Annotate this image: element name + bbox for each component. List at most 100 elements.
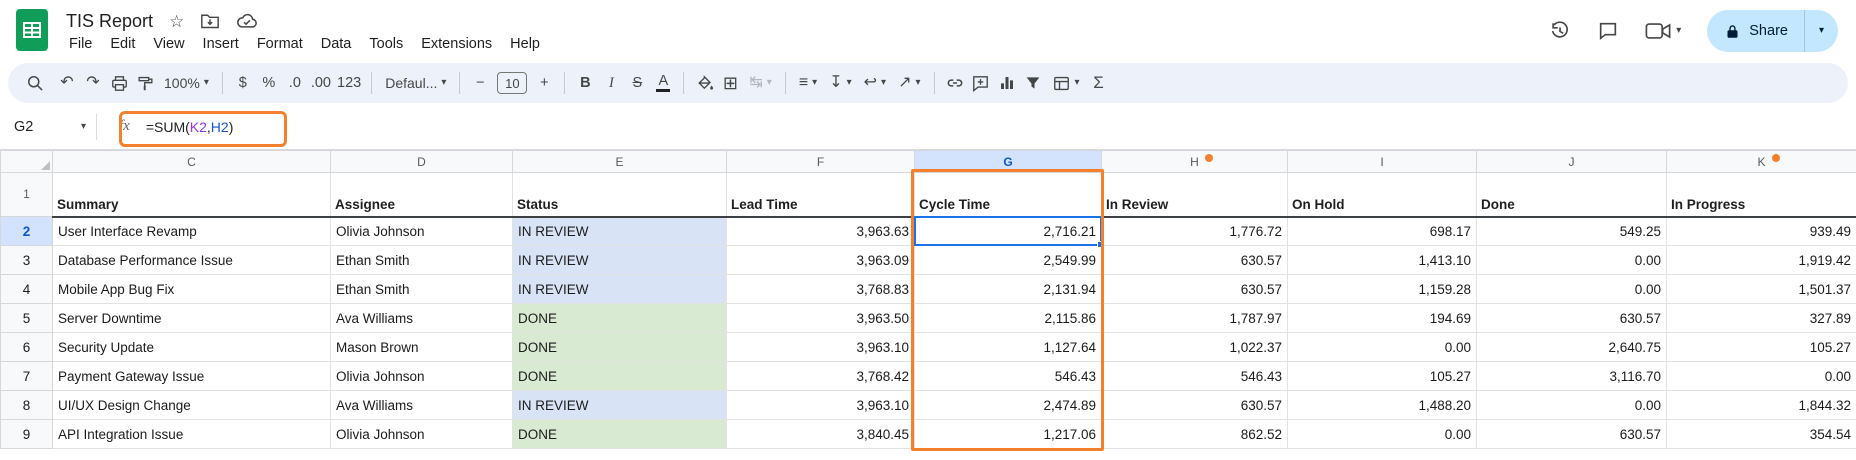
cell[interactable]: 1,159.28 xyxy=(1288,275,1477,304)
column-header-k[interactable]: K xyxy=(1667,151,1856,173)
column-header-g[interactable]: G xyxy=(915,151,1102,173)
formula-input[interactable]: =SUM(K2,H2) xyxy=(146,119,234,135)
table-views-button[interactable]: ▾ xyxy=(1046,74,1086,93)
zoom-control[interactable]: 100% ▾ xyxy=(158,75,215,91)
cell[interactable]: 0.00 xyxy=(1288,420,1477,449)
menu-data[interactable]: Data xyxy=(312,33,361,55)
cell[interactable]: UI/UX Design Change xyxy=(53,391,331,420)
cell[interactable]: 630.57 xyxy=(1102,246,1288,275)
cell[interactable]: 2,115.86 xyxy=(915,304,1102,333)
cell[interactable]: 1,787.97 xyxy=(1102,304,1288,333)
print-button[interactable] xyxy=(106,70,132,96)
header-cell-on-hold[interactable]: On Hold xyxy=(1288,173,1477,217)
column-header-c[interactable]: C xyxy=(53,151,331,173)
menu-extensions[interactable]: Extensions xyxy=(412,33,501,55)
search-icon[interactable] xyxy=(22,70,48,96)
row-header[interactable]: 9 xyxy=(1,420,53,449)
cell[interactable]: 327.89 xyxy=(1667,304,1856,333)
insert-chart-button[interactable] xyxy=(994,70,1020,96)
format-percent-button[interactable]: % xyxy=(256,70,282,96)
decrease-font-size-button[interactable]: − xyxy=(467,70,493,96)
header-cell-assignee[interactable]: Assignee xyxy=(331,173,513,217)
column-header-f[interactable]: F xyxy=(727,151,915,173)
cell[interactable]: 630.57 xyxy=(1477,420,1667,449)
cell[interactable]: Server Downtime xyxy=(53,304,331,333)
cell[interactable]: Database Performance Issue xyxy=(53,246,331,275)
cell[interactable]: Mobile App Bug Fix xyxy=(53,275,331,304)
cell[interactable]: 0.00 xyxy=(1288,333,1477,362)
insert-link-button[interactable] xyxy=(942,70,968,96)
cell[interactable]: 698.17 xyxy=(1288,217,1477,246)
move-to-folder-icon[interactable] xyxy=(200,12,220,30)
cell[interactable]: Ava Williams xyxy=(331,391,513,420)
italic-button[interactable]: I xyxy=(598,70,624,96)
status-cell[interactable]: DONE xyxy=(513,333,727,362)
cell[interactable]: 3,840.45 xyxy=(727,420,915,449)
status-cell[interactable]: DONE xyxy=(513,304,727,333)
cell[interactable]: API Integration Issue xyxy=(53,420,331,449)
cell[interactable]: Olivia Johnson xyxy=(331,362,513,391)
cell[interactable]: 1,217.06 xyxy=(915,420,1102,449)
cell[interactable]: 354.54 xyxy=(1667,420,1856,449)
menu-view[interactable]: View xyxy=(144,33,193,55)
version-history-icon[interactable] xyxy=(1549,20,1571,42)
cell[interactable]: 3,963.09 xyxy=(727,246,915,275)
sheets-logo[interactable] xyxy=(16,9,48,51)
cell[interactable]: 3,963.63 xyxy=(727,217,915,246)
name-box[interactable]: G2 ▾ xyxy=(0,119,96,135)
menu-help[interactable]: Help xyxy=(501,33,549,55)
select-all-corner[interactable] xyxy=(1,151,53,173)
paint-format-button[interactable] xyxy=(132,70,158,96)
cell[interactable]: 0.00 xyxy=(1477,246,1667,275)
cell[interactable]: 939.49 xyxy=(1667,217,1856,246)
cell[interactable]: Mason Brown xyxy=(331,333,513,362)
comment-history-icon[interactable] xyxy=(1597,20,1619,42)
column-header-j[interactable]: J xyxy=(1477,151,1667,173)
cell[interactable]: Olivia Johnson xyxy=(331,420,513,449)
cloud-status-icon[interactable] xyxy=(236,12,258,30)
cell[interactable]: Payment Gateway Issue xyxy=(53,362,331,391)
redo-button[interactable]: ↷ xyxy=(80,70,106,96)
selected-cell[interactable]: 2,716.21 xyxy=(915,217,1102,246)
column-header-h[interactable]: H xyxy=(1102,151,1288,173)
cell[interactable]: 2,640.75 xyxy=(1477,333,1667,362)
cell[interactable]: Security Update xyxy=(53,333,331,362)
text-wrap-button[interactable]: ↩ ▾ xyxy=(858,75,892,91)
menu-insert[interactable]: Insert xyxy=(194,33,248,55)
cell[interactable]: 549.25 xyxy=(1477,217,1667,246)
strikethrough-button[interactable]: S xyxy=(624,70,650,96)
column-header-i[interactable]: I xyxy=(1288,151,1477,173)
star-icon[interactable]: ☆ xyxy=(169,13,184,30)
cell[interactable]: 546.43 xyxy=(1102,362,1288,391)
insert-comment-button[interactable] xyxy=(968,70,994,96)
cell[interactable]: 105.27 xyxy=(1667,333,1856,362)
menu-tools[interactable]: Tools xyxy=(360,33,412,55)
cell[interactable]: 630.57 xyxy=(1102,391,1288,420)
cell[interactable]: 546.43 xyxy=(915,362,1102,391)
cell[interactable]: 194.69 xyxy=(1288,304,1477,333)
cell[interactable]: 0.00 xyxy=(1477,275,1667,304)
row-header[interactable]: 3 xyxy=(1,246,53,275)
header-cell-cycle-time[interactable]: Cycle Time xyxy=(915,173,1102,217)
cell[interactable]: 105.27 xyxy=(1288,362,1477,391)
row-header[interactable]: 8 xyxy=(1,391,53,420)
share-button[interactable]: Share xyxy=(1707,10,1804,52)
cell[interactable]: Ethan Smith xyxy=(331,246,513,275)
cell[interactable]: User Interface Revamp xyxy=(53,217,331,246)
cell[interactable]: 2,474.89 xyxy=(915,391,1102,420)
row-header[interactable]: 6 xyxy=(1,333,53,362)
cell[interactable]: 862.52 xyxy=(1102,420,1288,449)
text-color-button[interactable]: A xyxy=(650,70,676,96)
create-filter-button[interactable] xyxy=(1020,70,1046,96)
header-cell-in-progress[interactable]: In Progress xyxy=(1667,173,1856,217)
cell[interactable]: 630.57 xyxy=(1102,275,1288,304)
font-family-control[interactable]: Defaul... ▾ xyxy=(379,75,452,91)
cell[interactable]: 1,413.10 xyxy=(1288,246,1477,275)
status-cell[interactable]: IN REVIEW xyxy=(513,391,727,420)
borders-button[interactable]: ⊞ xyxy=(717,70,743,96)
row-header[interactable]: 4 xyxy=(1,275,53,304)
increase-font-size-button[interactable]: + xyxy=(531,70,557,96)
row-header[interactable]: 7 xyxy=(1,362,53,391)
cell[interactable]: 1,127.64 xyxy=(915,333,1102,362)
font-size-input[interactable]: 10 xyxy=(497,72,527,94)
